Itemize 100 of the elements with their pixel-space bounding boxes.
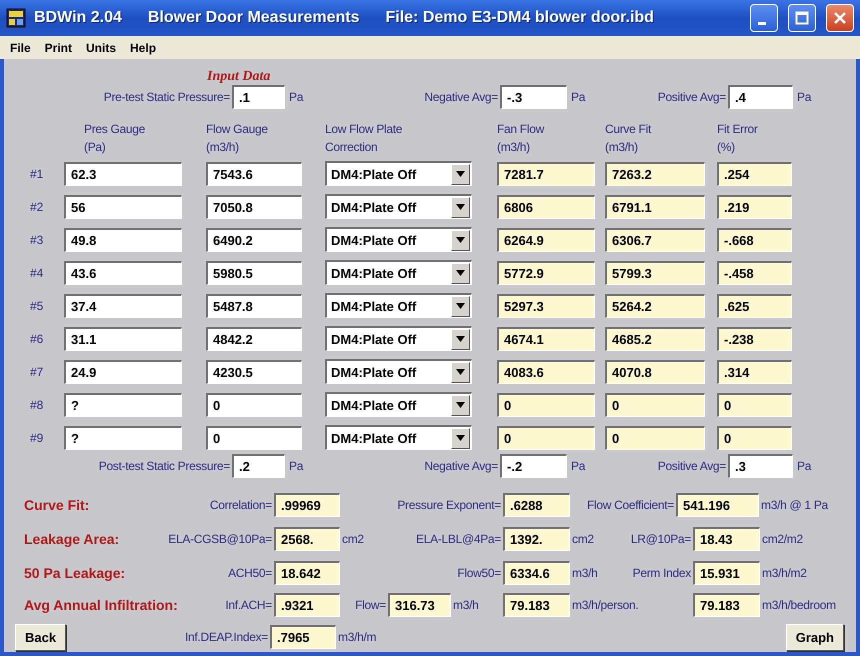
dropdown[interactable]: DM4:Plate Off [325, 392, 472, 417]
result-field: 0 [717, 392, 792, 416]
input-field[interactable]: ? [64, 426, 182, 450]
result-field: 6306.7 [605, 228, 705, 252]
dropdown[interactable]: DM4:Plate Off [325, 260, 472, 285]
input-field[interactable]: 5487.8 [206, 294, 302, 318]
dropdown[interactable]: DM4:Plate Off [325, 359, 472, 384]
input-field[interactable]: .4 [728, 85, 793, 109]
column-header: Low Flow Plate Correction [325, 121, 404, 156]
input-field[interactable]: 24.9 [64, 360, 182, 384]
dropdown[interactable]: DM4:Plate Off [325, 425, 472, 450]
result-field: 1392. [503, 527, 570, 551]
dropdown[interactable]: DM4:Plate Off [325, 293, 472, 318]
row-label: #8 [30, 398, 44, 412]
result-field: .219 [717, 194, 792, 218]
menu-item[interactable]: File [10, 40, 31, 55]
input-field[interactable]: .1 [232, 85, 285, 109]
row-label: #6 [30, 332, 44, 346]
dropdown[interactable]: DM4:Plate Off [325, 227, 472, 252]
unit-label: m3/h [571, 566, 598, 580]
input-field[interactable]: 62.3 [64, 162, 182, 186]
input-field[interactable]: 4842.2 [206, 326, 302, 350]
caret-icon [456, 435, 465, 441]
input-field[interactable]: 37.4 [64, 294, 182, 318]
result-field: 541.196 [676, 493, 759, 517]
unit-label: Pa [288, 459, 304, 473]
input-field[interactable]: 56 [64, 194, 182, 218]
section-heading: Avg Annual Infiltration: [24, 597, 179, 613]
unit-label: m3/h [452, 598, 480, 612]
result-field: 4083.6 [497, 360, 595, 384]
result-field: 316.73 [388, 593, 451, 617]
close-button[interactable] [826, 4, 854, 32]
unit-label: cm2/m2 [761, 532, 804, 546]
unit-label: Pa [796, 459, 812, 473]
minimize-icon [758, 22, 766, 25]
input-field[interactable]: 0 [206, 392, 302, 416]
input-field[interactable]: 6490.2 [206, 228, 302, 252]
input-field[interactable]: 7543.6 [206, 162, 302, 186]
column-header: Flow Gauge (m3/h) [206, 121, 269, 156]
caret-icon [456, 204, 465, 210]
input-field[interactable]: ? [64, 392, 182, 416]
field-label: ELA-CGSB@10Pa= [168, 532, 273, 546]
field-label: Flow50= [457, 566, 502, 580]
caret-icon [456, 270, 465, 276]
input-field[interactable]: 43.6 [64, 260, 182, 284]
menu-item[interactable]: Units [86, 40, 116, 55]
result-field: -.668 [717, 228, 792, 252]
unit-label: m3/h @ 1 Pa [760, 498, 830, 512]
result-field: .6288 [503, 493, 570, 517]
row-label: #3 [30, 232, 44, 246]
result-field: .9321 [274, 593, 340, 617]
input-field[interactable]: .2 [232, 454, 285, 478]
caret-icon [456, 303, 465, 309]
input-field[interactable]: 49.8 [64, 228, 182, 252]
input-field[interactable]: -.2 [500, 454, 567, 478]
field-label: ACH50= [228, 566, 273, 580]
window-title: Blower Door Measurements [148, 9, 360, 28]
row-label: #1 [30, 166, 44, 180]
field-label: LR@10Pa= [630, 532, 692, 546]
input-field[interactable]: -.3 [500, 85, 567, 109]
input-field[interactable]: 4230.5 [206, 360, 302, 384]
input-field[interactable]: 5980.5 [206, 260, 302, 284]
input-field[interactable]: 7050.8 [206, 194, 302, 218]
input-field[interactable]: .3 [728, 454, 793, 478]
dropdown[interactable]: DM4:Plate Off [325, 161, 472, 186]
result-field: 0 [717, 426, 792, 450]
menu-item[interactable]: Help [130, 40, 156, 55]
dropdown[interactable]: DM4:Plate Off [325, 326, 472, 351]
field-label: Inf.ACH= [225, 598, 273, 612]
column-header: Curve Fit (m3/h) [605, 121, 652, 156]
app-icon [6, 8, 26, 28]
field-label: Perm Index [632, 566, 692, 580]
file-name: File: Demo E3-DM4 blower door.ibd [385, 9, 654, 28]
maximize-button[interactable] [788, 4, 816, 32]
push-button[interactable]: Back [15, 624, 66, 650]
field-label: Pre-test Static Pressure= [104, 90, 231, 104]
result-field: .625 [717, 294, 792, 318]
result-field: 4685.2 [605, 326, 705, 350]
caret-icon [456, 369, 465, 375]
push-button[interactable]: Graph [786, 624, 844, 650]
app-name: BDWin 2.04 [34, 9, 122, 28]
menu-item[interactable]: Print [44, 40, 72, 55]
minimize-button[interactable] [750, 4, 778, 32]
input-field[interactable]: 0 [206, 426, 302, 450]
unit-label: Pa [796, 90, 812, 104]
unit-label: cm2 [341, 532, 365, 546]
result-field: 79.183 [693, 593, 760, 617]
result-field: 5297.3 [497, 294, 595, 318]
field-label: ELA-LBL@4Pa= [416, 532, 502, 546]
dropdown[interactable]: DM4:Plate Off [325, 194, 472, 219]
field-label: Positive Avg= [658, 459, 727, 473]
result-field: .314 [717, 360, 792, 384]
close-icon [833, 11, 847, 26]
field-label: Correlation= [210, 498, 273, 512]
column-header: Fan Flow (m3/h) [497, 121, 546, 156]
result-field: 5772.9 [497, 260, 595, 284]
result-field: 0 [497, 426, 595, 450]
input-field[interactable]: 31.1 [64, 326, 182, 350]
result-field: .7965 [270, 625, 336, 649]
field-label: Post-test Static Pressure= [98, 459, 231, 473]
